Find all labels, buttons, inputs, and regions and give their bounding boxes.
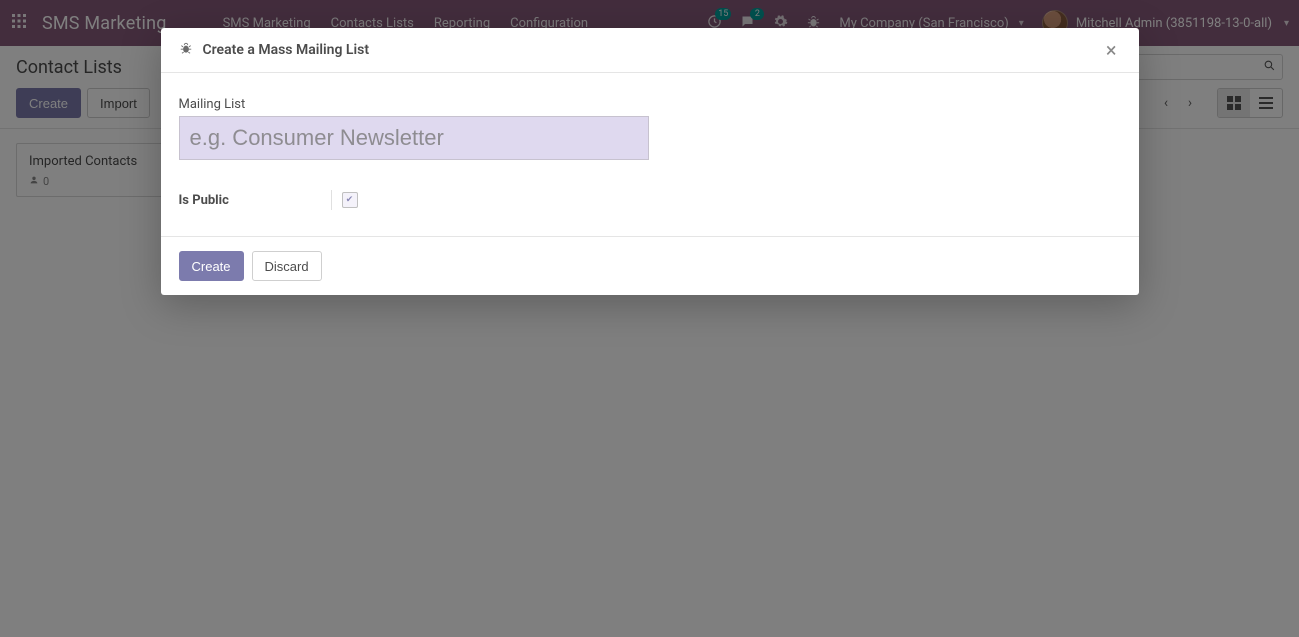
modal-footer: Create Discard [161,236,1139,295]
modal-create-button[interactable]: Create [179,251,244,281]
field-separator [331,190,332,210]
mailing-list-input[interactable] [179,116,649,160]
modal-discard-button[interactable]: Discard [252,251,322,281]
mailing-list-label: Mailing List [179,97,1121,112]
modal-header: Create a Mass Mailing List × [161,28,1139,73]
modal-body: Mailing List Is Public ✔ [161,73,1139,236]
modal: Create a Mass Mailing List × Mailing Lis… [161,28,1139,295]
modal-title: Create a Mass Mailing List [203,42,370,58]
is-public-label: Is Public [179,193,331,208]
close-icon[interactable]: × [1102,40,1121,60]
is-public-checkbox[interactable]: ✔ [342,192,358,208]
bug-icon[interactable] [179,41,193,59]
